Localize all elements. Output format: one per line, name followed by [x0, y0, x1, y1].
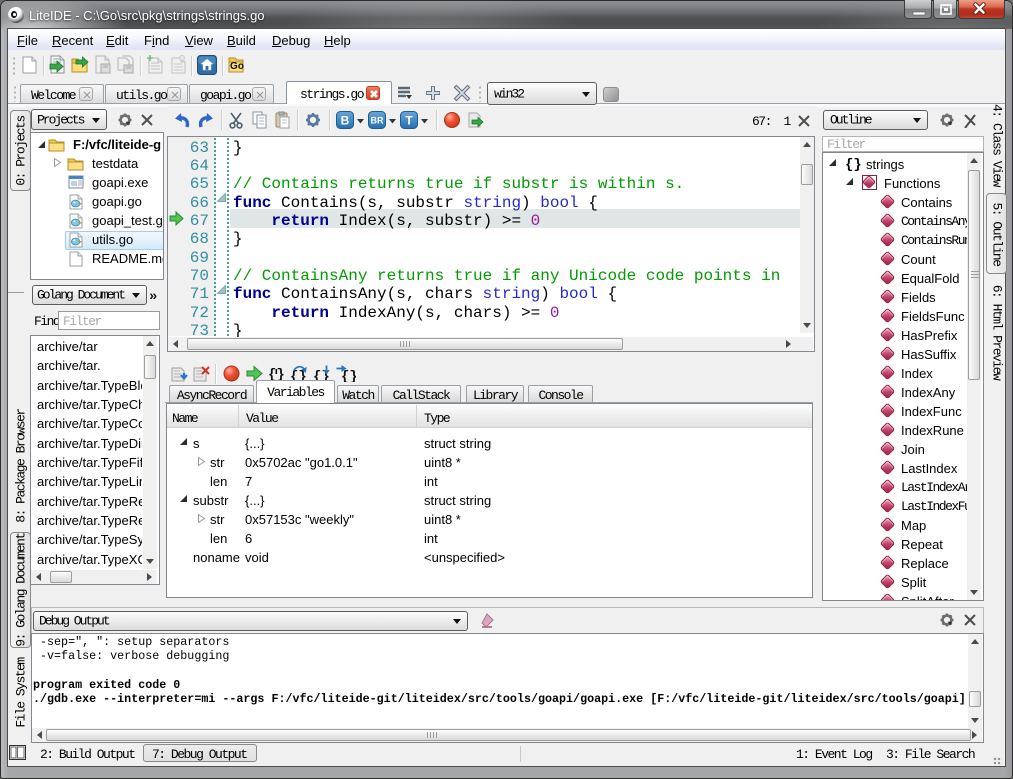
svg-text:T: T — [405, 114, 413, 128]
svg-text:Go: Go — [230, 61, 244, 72]
svg-text:{}: {} — [341, 369, 356, 382]
svg-text:B: B — [341, 114, 350, 128]
svg-text:BR: BR — [371, 116, 384, 126]
